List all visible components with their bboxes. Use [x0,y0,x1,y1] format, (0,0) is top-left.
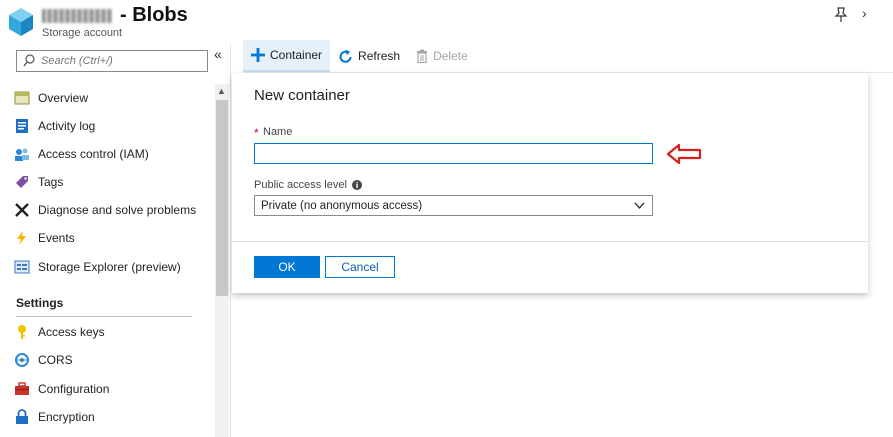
container-name-input[interactable] [254,143,653,164]
public-access-label-row: Public access level [254,179,362,191]
public-access-selected-value: Private (no anonymous access) [261,199,423,212]
refresh-icon [339,49,352,63]
cancel-button[interactable]: Cancel [325,256,395,278]
sidebar-item-storage-explorer[interactable]: Storage Explorer (preview) [14,256,210,278]
activity-log-icon [16,119,28,133]
sidebar-item-label: Tags [38,175,64,189]
required-indicator: * [254,126,259,140]
scrollbar-thumb[interactable] [216,100,228,296]
lightning-icon [17,231,26,245]
sidebar-item-configuration[interactable]: Configuration [14,378,210,400]
close-blade-icon[interactable]: › [862,5,867,21]
sidebar-item-label: Events [38,231,75,245]
blade-header: - Blobs Storage account › [0,0,893,44]
chevron-down-icon [634,202,645,210]
storage-explorer-icon [14,260,30,274]
redacted-account-name [42,8,112,23]
sidebar-item-access-keys[interactable]: Access keys [14,321,210,343]
storage-account-icon [9,8,33,36]
command-bar: Container Refresh Delete [243,40,893,72]
sidebar-item-label: Diagnose and solve problems [38,203,197,217]
sidebar-item-encryption[interactable]: Encryption [14,406,210,428]
trash-icon [417,49,428,63]
annotation-arrow-icon [666,143,702,165]
pin-icon[interactable] [834,7,848,23]
sidebar-item-tags[interactable]: Tags [14,171,210,193]
add-container-button[interactable]: Container [243,40,331,72]
page-title: - Blobs [120,4,188,26]
collapse-menu-icon[interactable]: « [214,46,222,62]
search-input[interactable] [41,53,205,69]
new-container-dialog: New container * Name Public access level… [232,73,868,293]
key-icon [18,325,26,339]
scroll-up-icon[interactable]: ▲ [217,86,226,96]
access-control-icon [15,148,29,161]
dialog-title: New container [254,87,350,104]
pane-divider [230,44,231,437]
sidebar-scrollbar[interactable]: ▲ [215,84,229,437]
resource-menu: « Overview Activity log Access control (… [0,44,230,437]
sidebar-item-diagnose[interactable]: Diagnose and solve problems [14,199,210,221]
sidebar-item-label: CORS [38,353,73,367]
sidebar-item-label: Encryption [38,410,95,424]
tag-icon [16,176,28,188]
name-label: Name [263,126,293,138]
sidebar-item-label: Access control (IAM) [38,147,149,161]
search-icon [23,54,35,67]
search-box[interactable] [16,50,208,72]
plus-icon [251,48,265,62]
sidebar-item-events[interactable]: Events [14,227,210,249]
sidebar-item-access-control[interactable]: Access control (IAM) [14,143,210,165]
sidebar-item-label: Overview [38,91,89,105]
sidebar-item-label: Configuration [38,382,110,396]
sidebar-item-cors[interactable]: CORS [14,349,210,371]
delete-label: Delete [433,49,468,63]
cors-icon [15,353,29,367]
wrench-icon [15,203,29,217]
overview-icon [14,91,30,105]
sidebar-item-overview[interactable]: Overview [14,87,210,109]
public-access-label: Public access level [254,179,347,191]
public-access-dropdown[interactable]: Private (no anonymous access) [254,195,653,216]
section-divider [16,316,192,317]
add-container-label: Container [270,48,323,62]
info-icon[interactable] [351,180,362,190]
ok-button[interactable]: OK [254,256,320,278]
refresh-button[interactable]: Refresh [330,40,408,72]
lock-icon [16,409,28,424]
sidebar-item-label: Activity log [38,119,96,133]
sidebar-item-activity-log[interactable]: Activity log [14,115,210,137]
page-title-row: - Blobs [42,4,188,27]
dialog-footer-divider [232,241,868,242]
sidebar-item-label: Access keys [38,325,105,339]
page-subtitle: Storage account [42,27,123,39]
delete-button[interactable]: Delete [408,40,476,72]
toolbox-icon [15,382,29,395]
settings-section-label: Settings [16,296,64,310]
sidebar-item-label: Storage Explorer (preview) [38,260,181,274]
refresh-label: Refresh [358,49,401,63]
